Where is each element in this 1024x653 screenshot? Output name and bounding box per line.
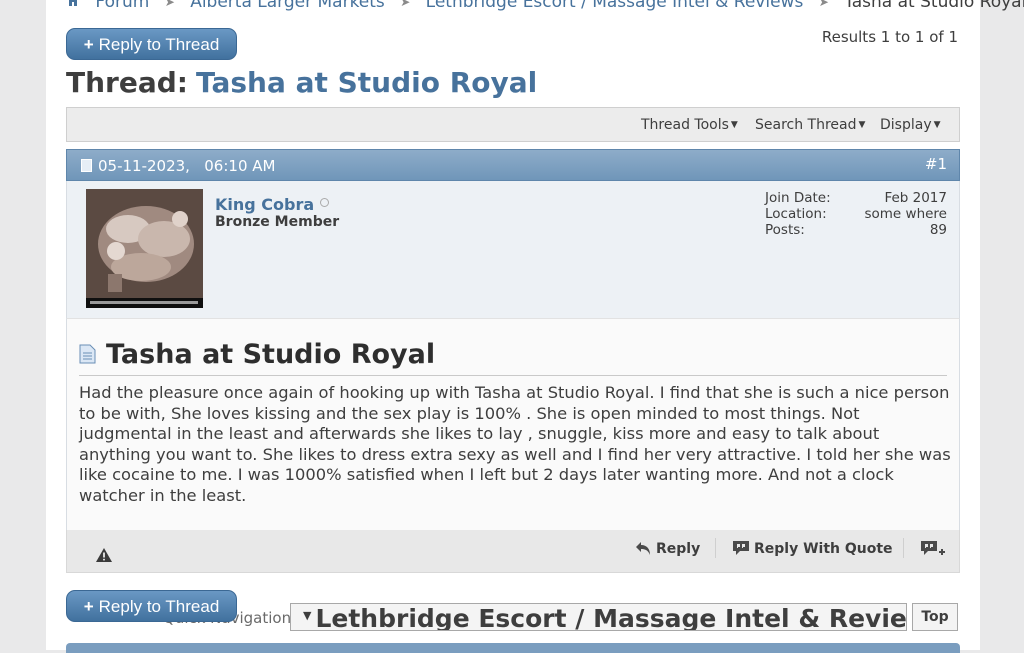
join-date-row: Join Date: Feb 2017: [765, 190, 947, 206]
document-icon: [79, 344, 96, 364]
divider: [715, 538, 716, 558]
thread-title-link[interactable]: Tasha at Studio Royal: [196, 66, 537, 99]
post-doc-icon: [81, 159, 92, 172]
post-footer: Reply Reply With Quote: [66, 530, 960, 573]
results-count: Results 1 to 1 of 1: [821, 28, 958, 46]
breadcrumb-current: Tasha at Studio Royal: [844, 0, 1024, 12]
reply-with-quote-button[interactable]: Reply With Quote: [732, 540, 893, 557]
post-time-value: 06:10 AM: [204, 157, 276, 175]
post-date: 05-11-2023, 06:10 AM: [81, 157, 275, 175]
thread-tools-menu[interactable]: Thread Tools ▼: [641, 117, 738, 133]
avatar[interactable]: [86, 189, 203, 308]
posts-row: Posts: 89: [765, 222, 947, 238]
join-date-value: Feb 2017: [884, 190, 947, 206]
posts-value: 89: [929, 222, 947, 238]
thread-tools-label: Thread Tools: [641, 117, 729, 133]
top-button[interactable]: Top: [912, 603, 958, 631]
reply-with-quote-label: Reply With Quote: [754, 541, 893, 557]
post-userinfo: King Cobra Bronze Member Join Date: Feb …: [66, 181, 960, 318]
user-title: Bronze Member: [215, 214, 340, 230]
divider: [903, 538, 904, 558]
breadcrumb: Forum ➤ Alberta Larger Markets ➤ Lethbri…: [66, 0, 1024, 14]
thread-prefix: Thread:: [66, 66, 188, 99]
username-link[interactable]: King Cobra: [215, 195, 330, 214]
arrow-sep-icon: ➤: [400, 0, 411, 9]
reply-to-thread-button[interactable]: + Reply to Thread: [66, 28, 237, 60]
reply-to-thread-label: Reply to Thread: [98, 35, 220, 54]
plus-icon: +: [83, 35, 94, 54]
home-icon[interactable]: [66, 0, 90, 12]
multi-quote-button[interactable]: [920, 540, 950, 559]
username-text: King Cobra: [215, 195, 315, 214]
quote-bubble-icon: [733, 541, 749, 555]
location-row: Location: some where: [765, 206, 947, 222]
reply-to-thread-button-bottom[interactable]: + Reply to Thread: [66, 590, 237, 622]
offline-status-icon: [320, 198, 330, 207]
quick-navigation-select[interactable]: ▼ Lethbridge Escort / Massage Intel & Rev…: [290, 603, 907, 631]
bottom-bar: [66, 643, 960, 653]
display-label: Display: [880, 117, 932, 133]
reply-arrow-icon: [636, 542, 650, 555]
posts-label: Posts:: [765, 222, 805, 238]
breadcrumb-lethbridge[interactable]: Lethbridge Escort / Massage Intel & Revi…: [426, 0, 804, 12]
post-message: Had the pleasure once again of hooking u…: [79, 383, 951, 505]
thread-toolbar: Thread Tools ▼ Search Thread ▼ Display ▼: [66, 107, 960, 142]
post-body: Tasha at Studio Royal Had the pleasure o…: [66, 318, 960, 530]
quick-navigation-selected: Lethbridge Escort / Massage Intel & Revi…: [315, 604, 907, 631]
report-warning-icon[interactable]: [95, 547, 113, 563]
reply-label: Reply: [656, 541, 701, 557]
multi-quote-plus-icon: [921, 541, 945, 555]
search-thread-menu[interactable]: Search Thread ▼: [755, 117, 865, 133]
user-stats: Join Date: Feb 2017 Location: some where…: [765, 190, 947, 238]
reply-button[interactable]: Reply: [634, 540, 700, 557]
post-title-text: Tasha at Studio Royal: [106, 339, 436, 370]
caret-down-icon: ▼: [730, 120, 738, 130]
post-number-link[interactable]: #1: [925, 155, 947, 173]
breadcrumb-forum[interactable]: Forum: [95, 0, 149, 12]
post-title: Tasha at Studio Royal: [79, 339, 947, 376]
location-label: Location:: [765, 206, 827, 222]
post-header: 05-11-2023, 06:10 AM #1: [66, 149, 960, 181]
breadcrumb-alberta[interactable]: Alberta Larger Markets: [190, 0, 385, 12]
post-date-value: 05-11-2023,: [98, 157, 190, 175]
caret-down-icon: ▼: [303, 609, 312, 622]
page-title: Thread: Tasha at Studio Royal: [66, 66, 537, 99]
join-date-label: Join Date:: [765, 190, 831, 206]
caret-down-icon: ▼: [933, 120, 941, 130]
arrow-sep-icon: ➤: [818, 0, 829, 9]
location-value: some where: [864, 206, 947, 222]
arrow-sep-icon: ➤: [164, 0, 175, 9]
plus-icon: +: [83, 597, 94, 616]
reply-to-thread-label: Reply to Thread: [98, 597, 220, 616]
search-thread-label: Search Thread: [755, 117, 857, 133]
caret-down-icon: ▼: [858, 120, 866, 130]
display-menu[interactable]: Display ▼: [880, 117, 941, 133]
